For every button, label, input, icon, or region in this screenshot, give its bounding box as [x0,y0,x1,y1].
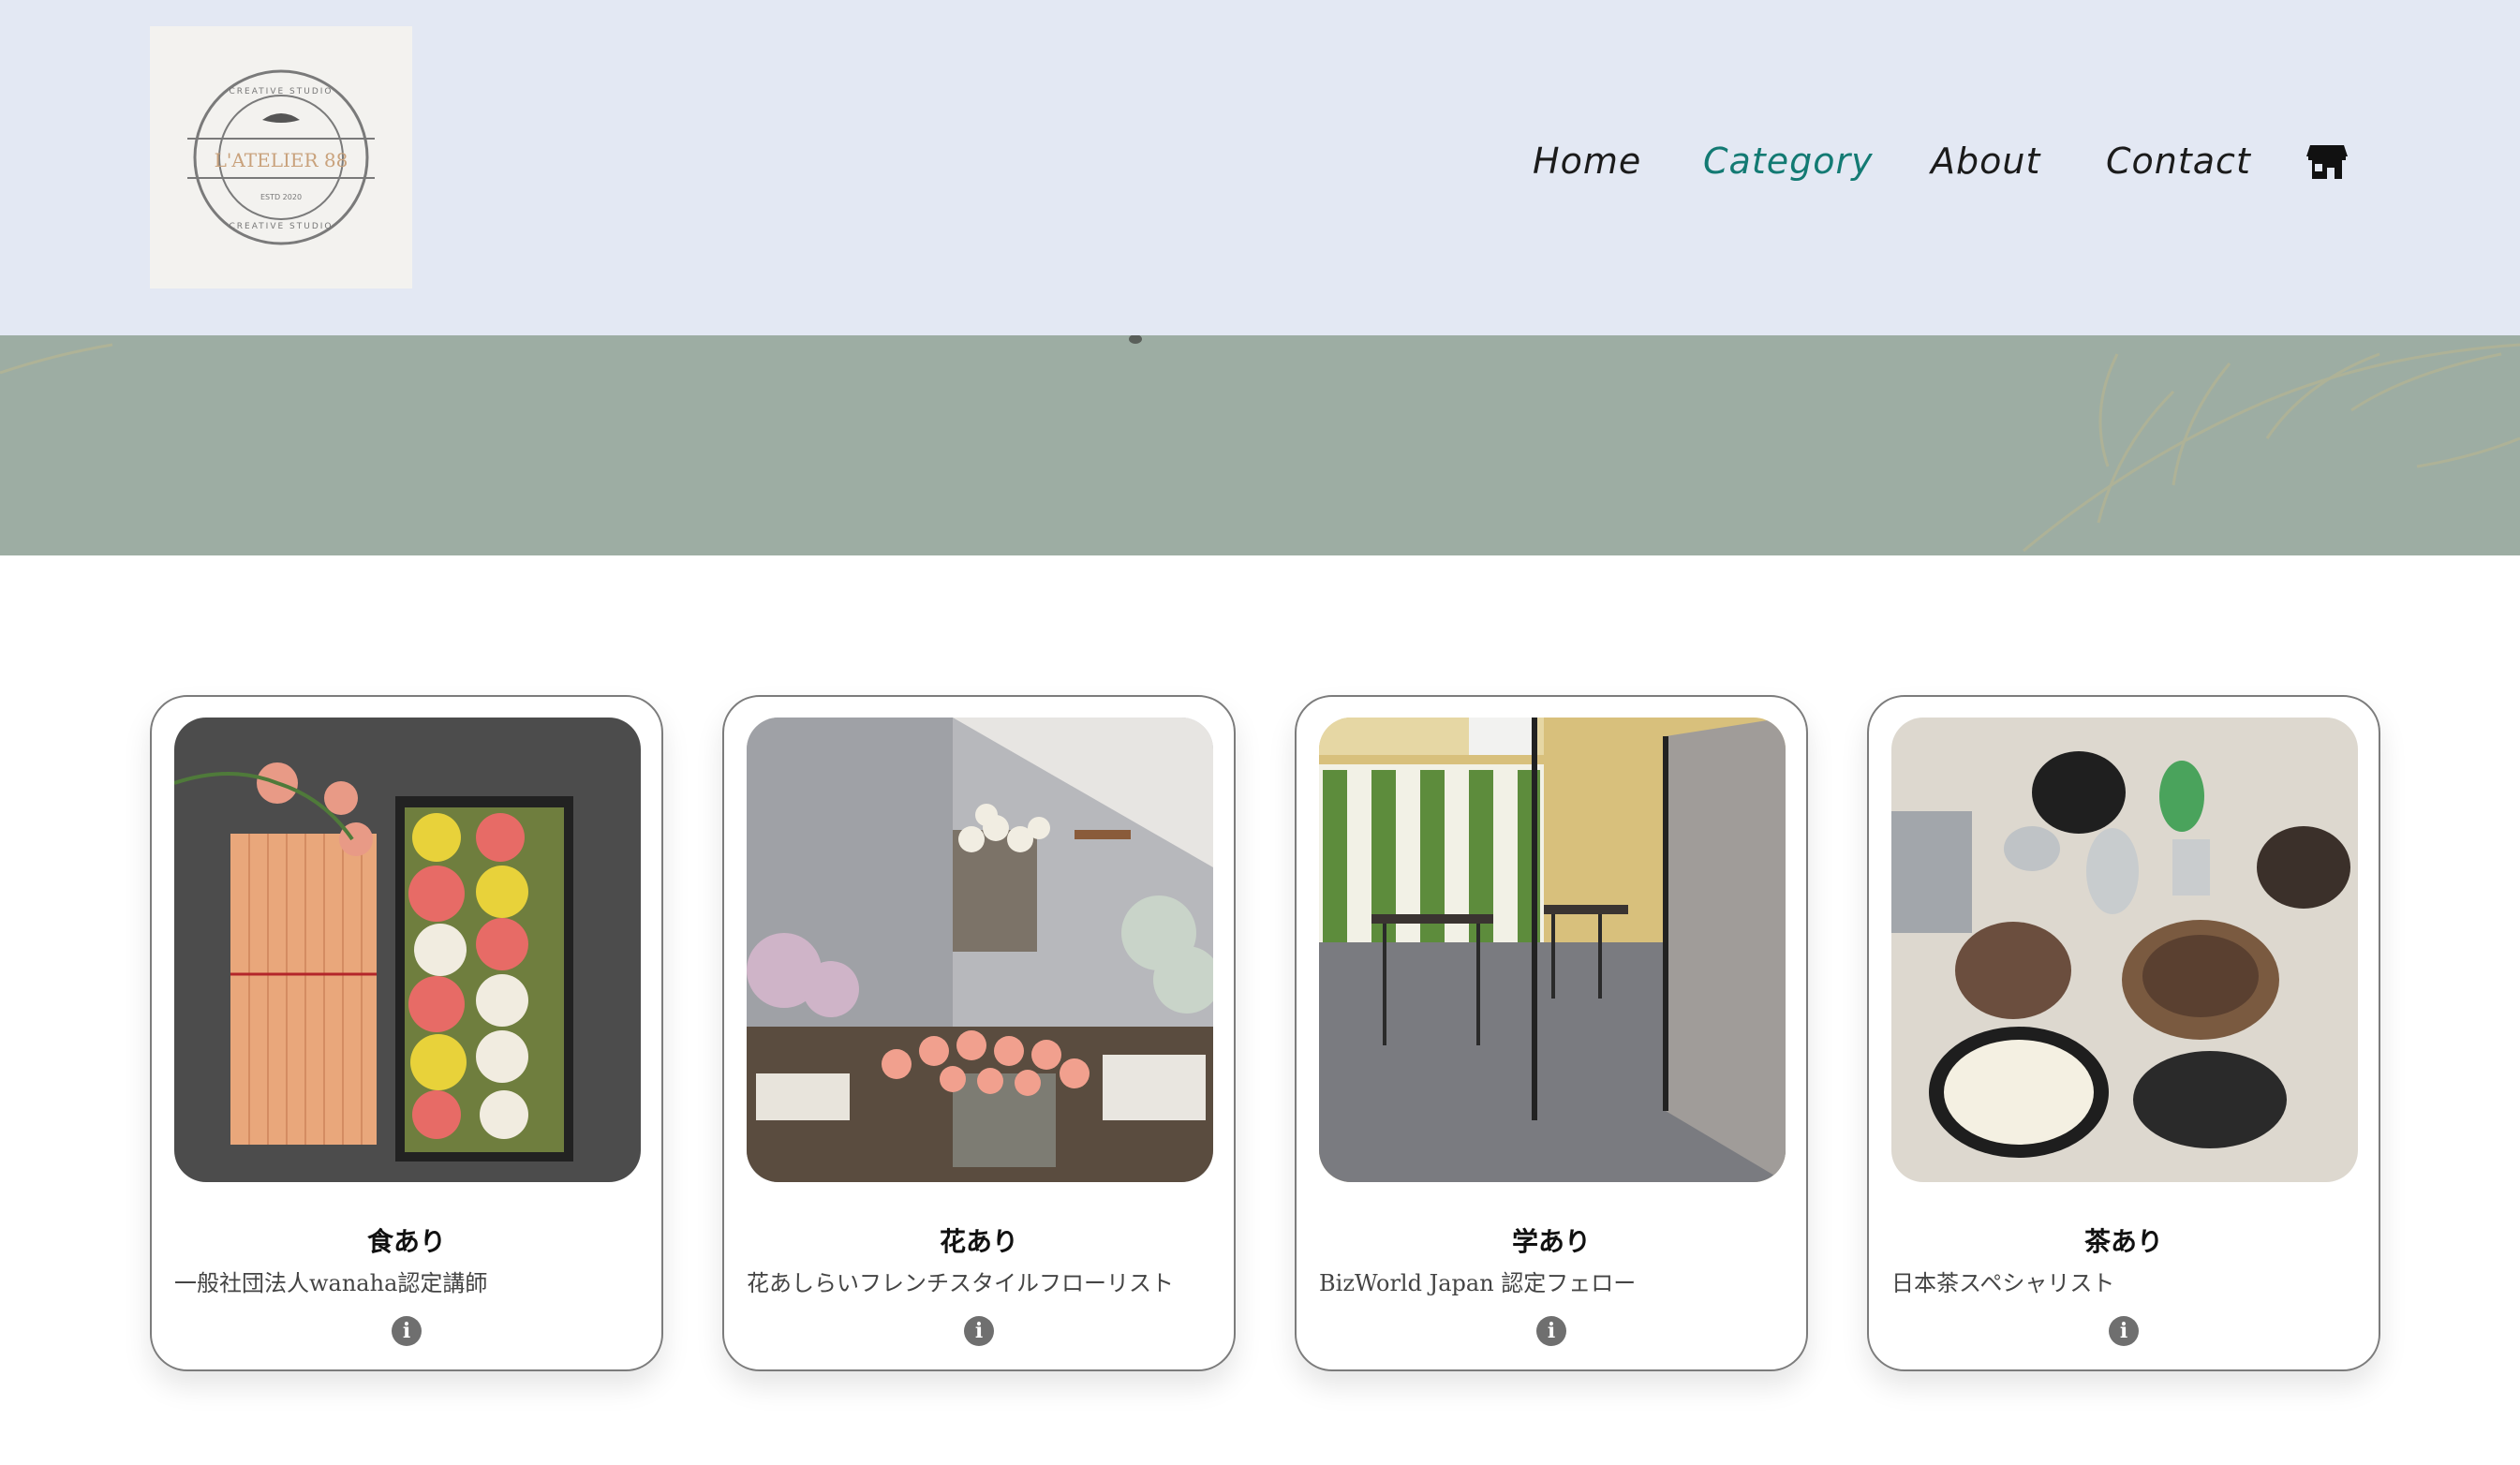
logo-arc-top: CREATIVE STUDIO [229,87,333,96]
info-icon[interactable]: i [392,1316,422,1346]
flower-photo [747,718,1213,1182]
card-subtitle: 一般社団法人wanaha認定講師 [174,1270,488,1296]
site-header: L'ATELIER 88 ESTD 2020 CREATIVE STUDIO C… [0,0,2520,335]
logo-estd: ESTD 2020 [260,193,302,201]
card-image[interactable] [747,718,1213,1182]
room-photo [1319,718,1786,1182]
hero-banner [0,335,2520,555]
info-icon[interactable]: i [964,1316,994,1346]
info-icon[interactable]: i [1536,1316,1566,1346]
card-subtitle: 日本茶スペシャリスト [1891,1270,2115,1296]
main-nav: Home Category About Contact [0,136,2520,192]
card-title: 花あり [939,1226,1018,1257]
card-image[interactable] [1891,718,2358,1182]
category-card-food[interactable]: 食あり 一般社団法人wanaha認定講師 i [150,695,663,1371]
card-image[interactable] [1319,718,1786,1182]
nav-home[interactable]: Home [1533,136,1641,186]
card-title: 学あり [1511,1226,1591,1257]
category-card-tea[interactable]: 茶あり 日本茶スペシャリスト i [1867,695,2380,1371]
category-card-study[interactable]: 学あり BizWorld Japan 認定フェロー i [1295,695,1808,1371]
category-cards: 食あり 一般社団法人wanaha認定講師 i 花あり 花あしらいフレンチスタイル… [0,695,2520,1373]
food-photo [174,718,641,1182]
card-subtitle: BizWorld Japan 認定フェロー [1319,1270,1637,1296]
nav-category[interactable]: Category [1703,136,1874,186]
storefront-icon[interactable] [2306,141,2348,181]
logo-arc-bottom: CREATIVE STUDIO [229,222,333,231]
card-image[interactable] [174,718,641,1182]
nav-contact[interactable]: Contact [2106,136,2251,186]
card-title: 食あり [366,1226,446,1257]
card-title: 茶あり [2083,1226,2163,1257]
tea-photo [1891,718,2358,1182]
category-card-flower[interactable]: 花あり 花あしらいフレンチスタイルフローリスト i [722,695,1236,1371]
nav-about[interactable]: About [1931,136,2040,186]
info-icon[interactable]: i [2109,1316,2139,1346]
card-subtitle: 花あしらいフレンチスタイルフローリスト [747,1270,1174,1296]
leaf-pattern [0,335,2520,553]
